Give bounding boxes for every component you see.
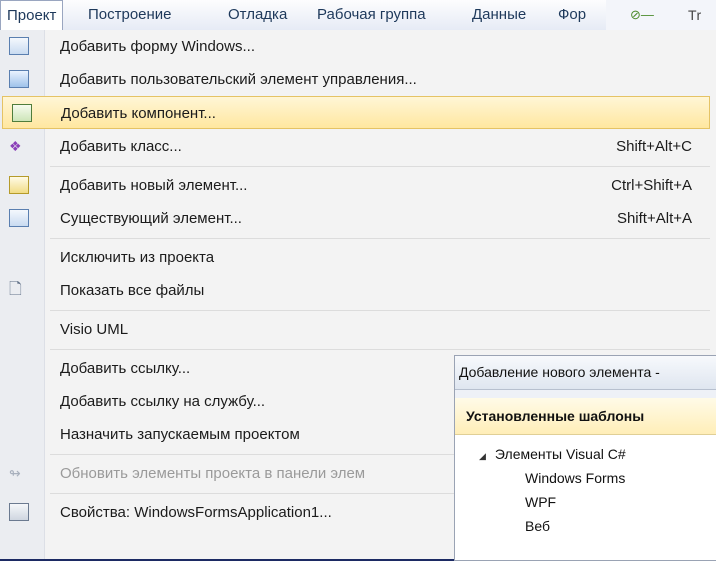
menu-team[interactable]: Рабочая группа bbox=[311, 0, 432, 30]
menu-item-add-windows-form[interactable]: Добавить форму Windows... bbox=[0, 30, 712, 63]
menu-item-label: Добавить пользовательский элемент управл… bbox=[60, 71, 417, 88]
menu-item-label: Исключить из проекта bbox=[60, 249, 215, 266]
installed-templates-header[interactable]: Установленные шаблоны bbox=[455, 398, 716, 435]
refresh-toolbox-icon: ↬ bbox=[9, 465, 21, 481]
class-icon: ❖ bbox=[9, 138, 22, 154]
add-new-item-dialog: Добавление нового элемента - Установленн… bbox=[454, 355, 716, 561]
tree-expand-icon[interactable]: ◢ bbox=[479, 451, 486, 461]
show-all-files-icon: 🗋 bbox=[9, 281, 22, 298]
menu-item-label: Свойства: WindowsFormsApplication1... bbox=[60, 504, 332, 521]
shortcut-text: Shift+Alt+C bbox=[616, 138, 692, 155]
tree-node-visual-csharp[interactable]: ◢ Элементы Visual C# bbox=[455, 442, 716, 466]
toolbar-fragment: ⊘— Тr bbox=[606, 0, 716, 30]
windows-form-icon bbox=[9, 37, 29, 55]
menu-item-show-all-files[interactable]: 🗋 Показать все файлы bbox=[0, 274, 712, 307]
new-item-icon bbox=[9, 176, 29, 194]
shortcut-text: Shift+Alt+A bbox=[616, 210, 692, 227]
toolbar-text: Тr bbox=[688, 7, 702, 23]
menu-item-label: Добавить компонент... bbox=[61, 105, 216, 122]
installed-templates-panel: Установленные шаблоны ◢ Элементы Visual C… bbox=[455, 398, 716, 560]
tree-node-wpf[interactable]: WPF bbox=[455, 490, 716, 514]
tree-node-windows-forms[interactable]: Windows Forms bbox=[455, 466, 716, 490]
menu-separator bbox=[50, 349, 710, 350]
menu-item-label: Показать все файлы bbox=[60, 282, 205, 299]
menu-item-label: Назначить запускаемым проектом bbox=[60, 426, 300, 443]
tree-node-web[interactable]: Веб bbox=[455, 514, 716, 538]
menu-debug[interactable]: Отладка bbox=[222, 0, 293, 30]
menu-item-existing-item[interactable]: Существующий элемент... Shift+Alt+A bbox=[0, 202, 712, 235]
component-icon bbox=[12, 104, 32, 122]
menu-data[interactable]: Данные bbox=[466, 0, 532, 30]
menu-item-label: Visio UML bbox=[60, 321, 129, 338]
menu-item-label: Существующий элемент... bbox=[60, 210, 242, 227]
menu-format[interactable]: Фор bbox=[552, 0, 592, 30]
menu-item-label: Добавить ссылку... bbox=[60, 360, 191, 377]
menu-item-label: Добавить форму Windows... bbox=[60, 38, 255, 55]
dialog-title[interactable]: Добавление нового элемента - bbox=[455, 356, 716, 390]
properties-icon bbox=[9, 503, 29, 521]
menu-item-label: Обновить элементы проекта в панели элем bbox=[60, 465, 366, 482]
user-control-icon bbox=[9, 70, 29, 88]
menu-item-label: Добавить класс... bbox=[60, 138, 182, 155]
menu-project[interactable]: Проект bbox=[0, 0, 64, 32]
menu-item-label: Добавить новый элемент... bbox=[60, 177, 248, 194]
menu-item-add-new-item[interactable]: Добавить новый элемент... Ctrl+Shift+A bbox=[0, 169, 712, 202]
menu-separator bbox=[50, 166, 710, 167]
shortcut-text: Ctrl+Shift+A bbox=[611, 177, 692, 194]
menu-item-visio-uml[interactable]: Visio UML bbox=[0, 313, 712, 346]
menu-item-exclude-from-project[interactable]: Исключить из проекта bbox=[0, 241, 712, 274]
menu-item-add-class[interactable]: ❖ Добавить класс... Shift+Alt+C bbox=[0, 130, 712, 163]
menu-bar: Проект Построение Отладка Рабочая группа… bbox=[0, 0, 716, 32]
menu-item-add-component[interactable]: Добавить компонент... bbox=[2, 96, 710, 129]
menu-separator bbox=[50, 238, 710, 239]
menu-item-add-user-control[interactable]: Добавить пользовательский элемент управл… bbox=[0, 63, 712, 96]
menu-item-label: Добавить ссылку на службу... bbox=[60, 393, 266, 410]
existing-item-icon bbox=[9, 209, 29, 227]
templates-tree: ◢ Элементы Visual C# Windows Forms WPF Ве… bbox=[455, 442, 716, 538]
menu-build[interactable]: Построение bbox=[82, 0, 178, 30]
tree-node-label: Элементы Visual C# bbox=[494, 446, 626, 462]
menu-separator bbox=[50, 310, 710, 311]
toolbar-key-icon[interactable]: ⊘— bbox=[630, 7, 654, 23]
